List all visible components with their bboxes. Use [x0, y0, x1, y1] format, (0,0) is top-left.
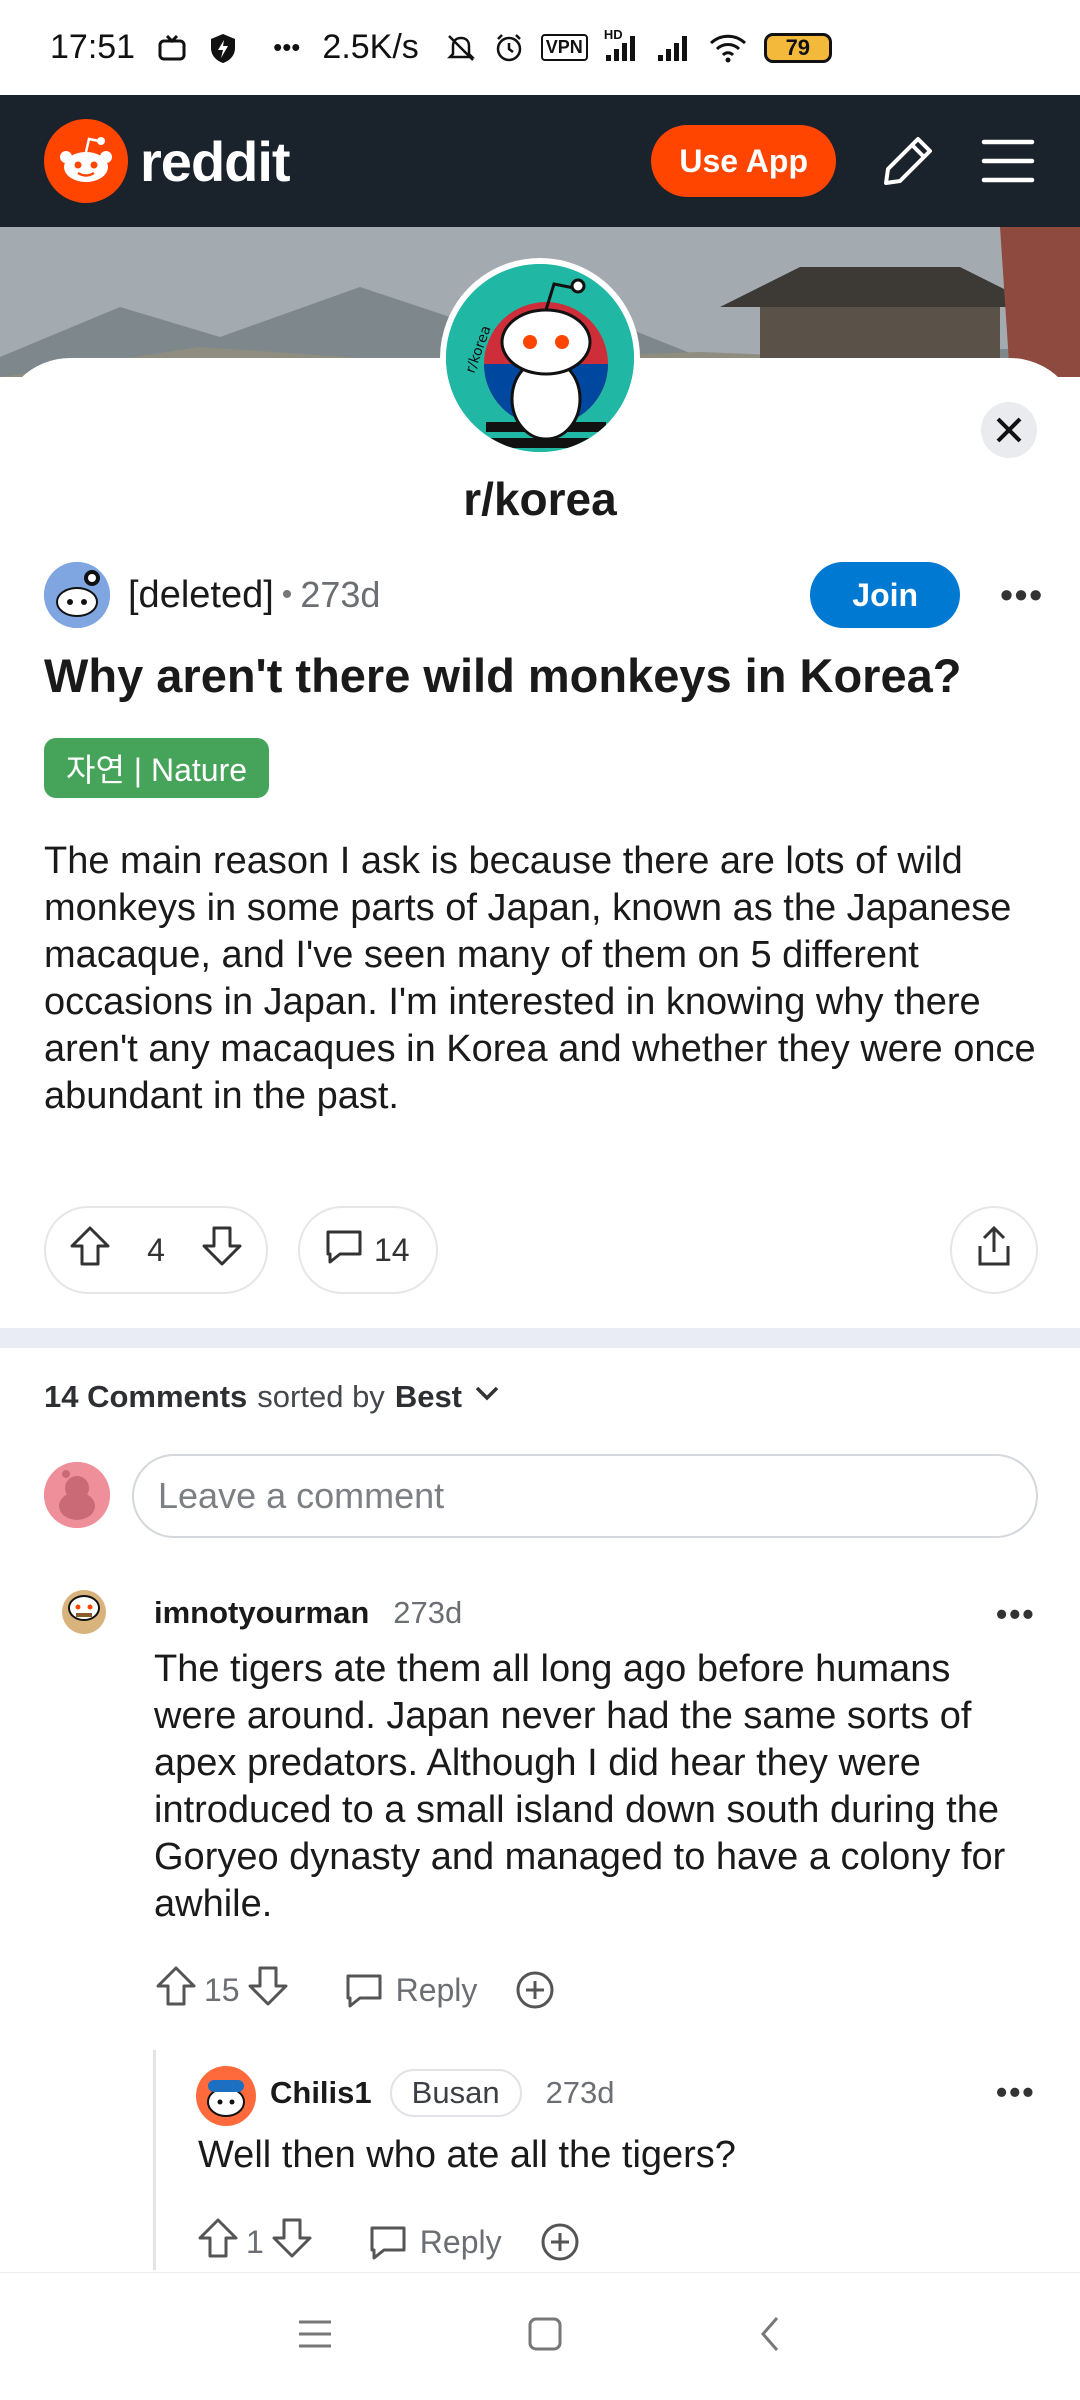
system-nav-bar: [0, 2272, 1080, 2400]
home-square-icon[interactable]: [526, 2315, 564, 2358]
comment-body: Well then who ate all the tigers?: [198, 2134, 736, 2176]
close-icon: [996, 417, 1022, 443]
comment-input[interactable]: [132, 1454, 1038, 1538]
comment-vote-count: 15: [204, 1971, 240, 2008]
speech-bubble-icon: [346, 1974, 382, 2008]
comment-actions: 1 Reply: [196, 2216, 582, 2268]
sorted-by-label: sorted by: [257, 1379, 385, 1414]
comment-avatar: [196, 2066, 256, 2126]
post-comments-button[interactable]: 14: [298, 1206, 438, 1294]
arrow-down-icon[interactable]: [246, 1964, 290, 2016]
net-speed: 2.5K/s: [322, 28, 419, 66]
user-flair: Busan: [389, 2069, 522, 2117]
subreddit-name[interactable]: r/korea: [0, 472, 1080, 526]
award-icon[interactable]: [538, 2220, 582, 2264]
comment-vote-count: 1: [246, 2223, 264, 2260]
comments-count: 14 Comments: [44, 1379, 248, 1414]
signal-hd-icon: HD: [604, 27, 640, 63]
arrow-up-icon[interactable]: [154, 1964, 198, 2016]
award-icon[interactable]: [513, 1968, 557, 2012]
comment-header: Chilis1 Busan 273d: [270, 2068, 615, 2118]
comment-more-options[interactable]: •••: [996, 1596, 1036, 1633]
arrow-down-icon[interactable]: [200, 1224, 244, 1276]
join-button[interactable]: Join: [810, 562, 961, 628]
post-body: The main reason I ask is because there a…: [44, 840, 1036, 1117]
post-author[interactable]: [deleted]: [128, 574, 274, 617]
wifi-icon: [708, 32, 748, 64]
vpn-badge: VPN: [540, 34, 588, 61]
comment-actions: 15 Reply: [154, 1964, 557, 2016]
arrow-up-icon[interactable]: [196, 2216, 240, 2268]
status-more-dots: •••: [273, 32, 301, 62]
signal-icon: [656, 33, 692, 63]
share-button[interactable]: [950, 1206, 1038, 1294]
subreddit-avatar: r/korea: [440, 258, 640, 458]
author-avatar: [44, 562, 110, 628]
comments-sort-bar[interactable]: 14 Comments sorted by Best: [44, 1378, 502, 1416]
speech-bubble-icon: [322, 1224, 366, 1276]
post-age: 273d: [300, 574, 381, 615]
pencil-icon[interactable]: [880, 133, 936, 189]
use-app-button[interactable]: Use App: [651, 125, 836, 197]
post-meta: [deleted] • 273d Join •••: [44, 560, 1044, 630]
tv-icon: [157, 33, 187, 63]
comment-age: 273d: [393, 1595, 463, 1630]
post-vote-count: 4: [147, 1231, 165, 1268]
comment-username[interactable]: Chilis1: [270, 2075, 372, 2111]
arrow-down-icon[interactable]: [270, 2216, 314, 2268]
comment-header: imnotyourman 273d: [154, 1588, 462, 1638]
meta-separator: •: [281, 578, 293, 611]
speech-bubble-icon: [370, 2226, 406, 2260]
status-time: 17:51: [50, 28, 136, 66]
chevron-down-icon[interactable]: [472, 1378, 502, 1416]
thread-line[interactable]: [153, 2050, 156, 2270]
status-bar: 17:51 ••• 2.5K/s VPN HD 79: [0, 0, 1080, 95]
hd-label: HD: [603, 26, 623, 42]
comment-age: 273d: [545, 2075, 615, 2110]
reply-label: Reply: [419, 2223, 502, 2260]
app-header: reddit Use App: [0, 95, 1080, 227]
battery-level: 79: [785, 34, 811, 60]
share-icon: [974, 1224, 1014, 1276]
comment-username[interactable]: imnotyourman: [154, 1595, 369, 1631]
sort-value[interactable]: Best: [395, 1379, 462, 1415]
post-more-options[interactable]: •••: [1000, 574, 1044, 616]
reddit-wordmark[interactable]: reddit: [140, 129, 291, 194]
reply-button[interactable]: Reply: [342, 1968, 478, 2012]
battery-indicator: 79: [763, 32, 832, 63]
recents-menu-icon[interactable]: [295, 2317, 335, 2356]
post-vote-bar: 4: [44, 1206, 268, 1294]
post-title: Why aren't there wild monkeys in Korea?: [44, 649, 962, 702]
bell-off-icon: [445, 32, 477, 64]
comment-avatar: [54, 1578, 114, 1638]
reply-button[interactable]: Reply: [366, 2220, 502, 2264]
comment-body: The tigers ate them all long ago before …: [154, 1648, 1006, 1925]
post-comment-count: 14: [374, 1231, 410, 1268]
arrow-up-icon[interactable]: [68, 1224, 112, 1276]
post-flair[interactable]: 자연 | Nature: [44, 738, 270, 798]
shield-bolt-icon: [209, 32, 237, 64]
back-chevron-icon[interactable]: [755, 2314, 785, 2359]
reddit-logo-icon[interactable]: [44, 119, 128, 203]
current-user-avatar: [44, 1462, 110, 1528]
reply-label: Reply: [395, 1971, 478, 2008]
comment-more-options[interactable]: •••: [996, 2074, 1036, 2111]
alarm-icon: [493, 32, 525, 64]
close-button[interactable]: [981, 402, 1037, 458]
hamburger-icon[interactable]: [980, 136, 1036, 186]
section-divider: [0, 1328, 1080, 1348]
